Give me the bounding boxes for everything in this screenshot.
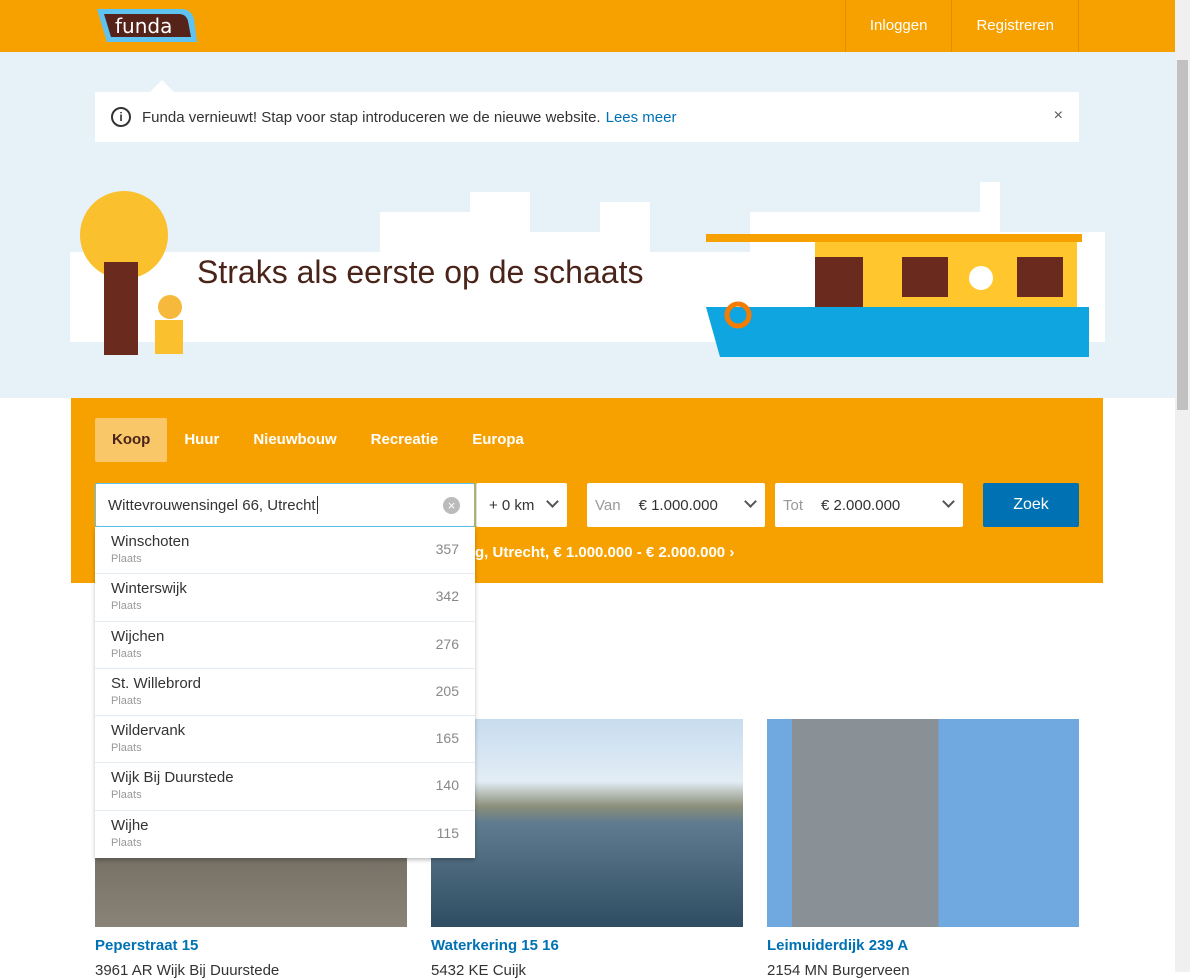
tab-huur[interactable]: Huur [167,418,236,462]
listing-city: 5432 KE Cuijk [431,962,527,979]
recent-search-text: g, Utrecht, € 1.000.000 - € 2.000.000 [475,544,726,561]
suggestion-count: 165 [435,730,459,747]
suggestion-count: 140 [435,777,459,794]
search-tabs: Koop Huur Nieuwbouw Recreatie Europa [95,418,541,462]
chevron-down-icon [744,495,757,508]
suggestion-type: Plaats [111,694,142,707]
recent-search-link[interactable]: g, Utrecht, € 1.000.000 - € 2.000.000 › [475,544,734,561]
suggestion-type: Plaats [111,836,142,849]
scrollbar-thumb[interactable] [1177,60,1188,410]
tab-recreatie[interactable]: Recreatie [354,418,456,462]
suggestion-count: 342 [435,588,459,605]
tab-europa[interactable]: Europa [455,418,541,462]
search-query: Wittevrouwensingel 66, Utrecht [108,496,316,514]
top-header: funda Inloggen Registreren [0,0,1175,52]
chevron-right-icon: › [729,544,735,561]
to-value: € 2.000.000 [821,496,901,514]
radius-select[interactable]: + 0 km [476,483,567,527]
register-link[interactable]: Registreren [951,0,1079,52]
suggestion-type: Plaats [111,789,142,802]
suggestion-name: Wildervank [111,722,186,740]
tab-koop[interactable]: Koop [95,418,168,462]
to-label: Tot [783,496,804,514]
suggestion-name: Wijchen [111,627,165,645]
hero-banner: i Funda vernieuwt! Stap voor stap introd… [0,52,1175,398]
clear-icon[interactable]: × [443,497,460,514]
suggestion-item[interactable]: Winschoten Plaats 357 [95,527,475,575]
suggestion-type: Plaats [111,742,142,755]
search-button[interactable]: Zoek [983,483,1079,527]
suggestion-item[interactable]: Winterswijk Plaats 342 [95,574,475,622]
tab-nieuwbouw[interactable]: Nieuwbouw [236,418,353,462]
hero-title: Straks als eerste op de schaats [197,254,644,290]
chevron-down-icon [546,495,559,508]
listing-address[interactable]: Waterkering 15 16 [431,937,743,954]
suggestion-name: Wijk Bij Duurstede [111,769,234,787]
suggestion-name: Winschoten [111,533,190,550]
listing-photo[interactable] [431,719,743,927]
suggestion-name: Wijhe [111,816,149,834]
suggestion-count: 276 [435,635,459,652]
svg-text:funda: funda [115,14,172,38]
suggestion-name: Winterswijk [111,580,187,598]
listing-city: 3961 AR Wijk Bij Duurstede [95,962,280,979]
from-value: € 1.000.000 [638,496,718,514]
price-to-select[interactable]: Tot € 2.000.000 [775,483,963,527]
hero-illustration [70,182,1105,357]
scrollbar[interactable] [1175,0,1190,972]
suggestion-name: St. Willebrord [111,674,202,692]
price-from-select[interactable]: Van € 1.000.000 [587,483,765,527]
from-label: Van [595,496,621,514]
listing-card[interactable]: Leimuiderdijk 239 A 2154 MN Burgerveen [767,719,1079,979]
suggestion-count: 115 [436,824,459,841]
listing-address[interactable]: Leimuiderdijk 239 A [767,937,1079,954]
location-search-input[interactable]: Wittevrouwensingel 66, Utrecht × [95,483,475,527]
suggestion-item[interactable]: Wijk Bij Duurstede Plaats 140 [95,763,475,811]
listing-card[interactable]: Waterkering 15 16 5432 KE Cuijk [431,719,743,979]
suggestion-item[interactable]: Wijchen Plaats 276 [95,622,475,669]
chevron-down-icon [942,495,955,508]
login-link[interactable]: Inloggen [844,0,952,52]
suggestion-count: 357 [435,541,459,557]
suggestion-item[interactable]: St. Willebrord Plaats 205 [95,669,475,717]
suggestion-type: Plaats [111,647,142,660]
radius-value: + 0 km [489,496,535,514]
funda-logo[interactable]: funda [95,7,197,44]
listing-photo[interactable] [767,719,1079,927]
suggestion-type: Plaats [111,600,142,613]
suggestion-item[interactable]: Wildervank Plaats 165 [95,716,475,764]
suggestion-type: Plaats [111,553,142,565]
suggestion-count: 205 [435,682,459,699]
suggestion-item[interactable]: Wijhe Plaats 115 [95,811,475,858]
listing-city: 2154 MN Burgerveen [767,962,910,979]
autocomplete-dropdown: Winschoten Plaats 357 Winterswijk Plaats 342 W… [95,527,475,858]
listing-address[interactable]: Peperstraat 15 [95,937,407,954]
